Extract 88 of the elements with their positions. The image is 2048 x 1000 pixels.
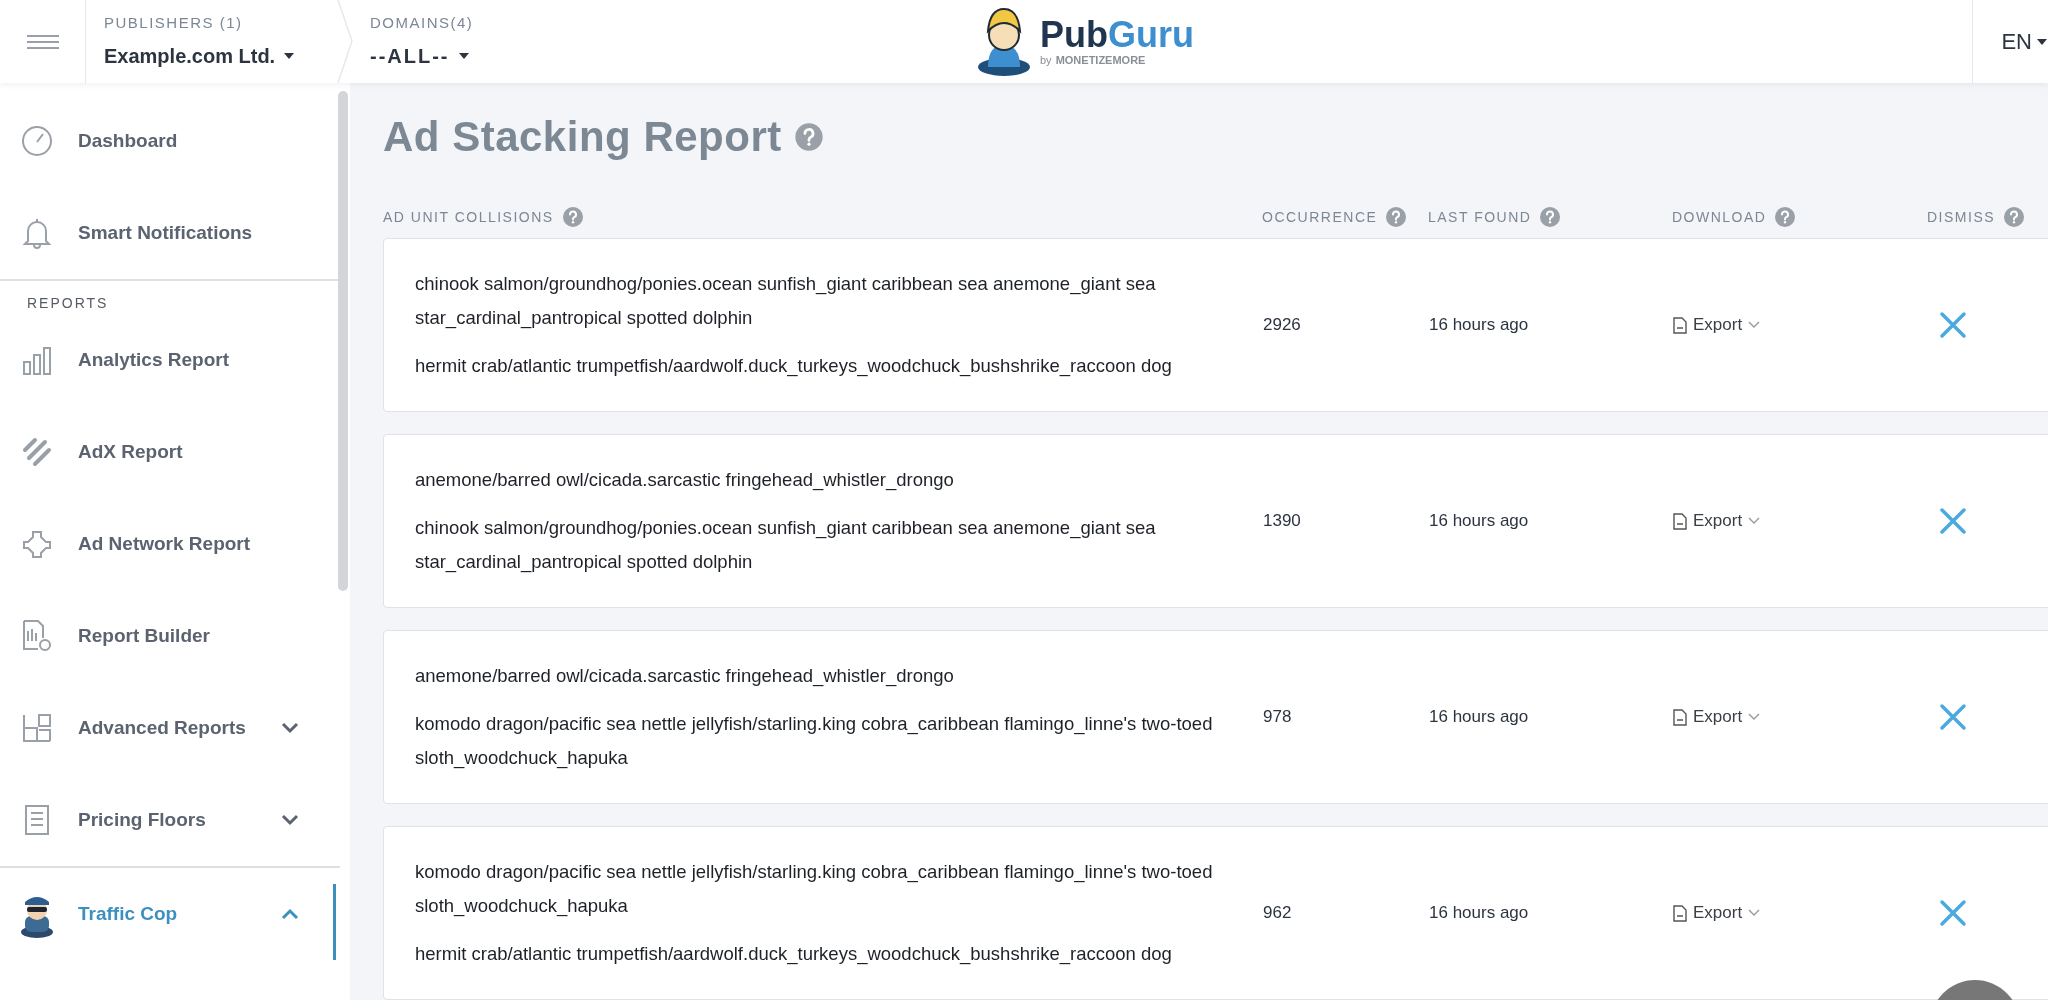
logo-text: Pub xyxy=(1040,17,1108,53)
last-found-time: 16 hours ago xyxy=(1428,314,1530,337)
help-icon[interactable] xyxy=(1539,206,1562,228)
document-icon xyxy=(23,804,51,836)
ad-unit-path: anemone/barred owl/cicada.sarcastic fringehead_whistler_drongo xyxy=(415,468,955,493)
bell-icon xyxy=(22,217,52,249)
help-icon[interactable] xyxy=(561,206,584,228)
document-icon xyxy=(1673,316,1687,334)
export-dropdown[interactable]: Export xyxy=(1673,312,1761,338)
help-icon[interactable] xyxy=(1774,206,1797,228)
section-heading: REPORTS xyxy=(26,294,110,313)
nav-item[interactable]: AdX Report xyxy=(0,406,340,498)
ad-unit-path: hermit crab/atlantic trumpetfish/aardwolf.duck_turkeys_woodchuck_bushshrike_raccoon dog xyxy=(415,354,1173,379)
ad-unit-path: anemone/barred owl/cicada.sarcastic fringehead_whistler_drongo xyxy=(415,664,955,689)
nav-label: Report Builder xyxy=(78,623,211,648)
last-found-time: 16 hours ago xyxy=(1428,902,1530,925)
last-found-time: 16 hours ago xyxy=(1428,706,1530,729)
document-gear-icon xyxy=(20,619,54,653)
publisher-dropdown[interactable]: Example.com Ltd. xyxy=(104,40,336,71)
help-icon[interactable] xyxy=(793,121,824,152)
scrollbar[interactable] xyxy=(338,91,348,591)
chevron-down-icon xyxy=(1748,909,1761,917)
nav-label: Pricing Floors xyxy=(78,807,207,832)
nav-item[interactable]: Report Builder xyxy=(0,590,340,682)
chevron-down-icon xyxy=(1748,713,1761,721)
occurrence-count: 978 xyxy=(1262,706,1293,729)
chevron-up-icon[interactable] xyxy=(280,907,300,921)
close-icon xyxy=(1939,899,1967,927)
network-icon xyxy=(21,528,53,560)
chevron-down-icon[interactable] xyxy=(280,813,300,827)
nav-label: Dashboard xyxy=(78,128,179,153)
export-dropdown[interactable]: Export xyxy=(1673,900,1761,926)
chevron-down-icon xyxy=(1748,321,1761,329)
tagline-prefix: by xyxy=(1040,55,1052,66)
caret-icon xyxy=(283,51,296,60)
occurrence-count: 2926 xyxy=(1262,314,1302,337)
close-icon xyxy=(1939,311,1967,339)
genie-mascot-icon xyxy=(976,6,1032,77)
page-title: Ad Stacking Report xyxy=(383,112,782,162)
column-header: OCCURRENCE xyxy=(1262,207,1378,227)
close-icon xyxy=(1939,507,1967,535)
export-dropdown[interactable]: Export xyxy=(1673,704,1761,730)
nav-item[interactable]: Dashboard xyxy=(0,95,340,187)
document-icon xyxy=(1673,904,1687,922)
export-dropdown[interactable]: Export xyxy=(1673,508,1761,534)
language-dropdown[interactable]: EN xyxy=(1972,0,2048,83)
ad-unit-path: hermit crab/atlantic trumpetfish/aardwolf.duck_turkeys_woodchuck_bushshrike_raccoon dog xyxy=(415,942,1173,967)
chevron-down-icon xyxy=(1748,517,1761,525)
chevron-down-icon[interactable] xyxy=(280,721,300,735)
column-header: AD UNIT COLLISIONS xyxy=(383,207,554,227)
occurrence-count: 1390 xyxy=(1262,510,1302,533)
occurrence-count: 962 xyxy=(1262,902,1293,925)
nav-label: Analytics Report xyxy=(78,347,230,372)
nav-item[interactable]: Pricing Floors xyxy=(0,774,340,866)
column-header: LAST FOUND xyxy=(1428,207,1532,227)
nav-item[interactable]: Smart Notifications xyxy=(0,187,340,279)
document-icon xyxy=(1673,512,1687,530)
stripes-icon xyxy=(21,436,53,468)
publishers-label: PUBLISHERS (1) xyxy=(104,13,244,34)
help-icon[interactable] xyxy=(1385,206,1408,228)
layout-icon xyxy=(21,712,53,744)
nav-label: Advanced Reports xyxy=(78,715,247,740)
gauge-icon xyxy=(21,125,53,157)
caret-icon xyxy=(457,51,470,60)
nav-label: AdX Report xyxy=(78,439,184,464)
nav-item[interactable]: Analytics Report xyxy=(0,314,340,406)
caret-icon xyxy=(2036,37,2048,46)
domain-dropdown[interactable]: --ALL-- xyxy=(370,40,756,71)
column-header: DISMISS xyxy=(1927,207,1996,227)
document-icon xyxy=(1673,708,1687,726)
ad-unit-path: komodo dragon/pacific sea nettle jellyfish/starling.king cobra_caribbean flamingo_linne's two-toed sloth_woodchuck_hapuka xyxy=(415,712,1214,771)
bar-chart-icon xyxy=(21,344,53,376)
nav-label: Ad Network Report xyxy=(78,531,252,556)
help-icon[interactable] xyxy=(2003,206,2026,228)
column-header: DOWNLOAD xyxy=(1672,207,1767,227)
ad-unit-path: komodo dragon/pacific sea nettle jellyfish/starling.king cobra_caribbean flamingo_linne's two-toed sloth_woodchuck_hapuka xyxy=(415,860,1214,919)
domains-label: DOMAINS(4) xyxy=(370,13,475,34)
ad-unit-path: chinook salmon/groundhog/ponies.ocean sunfish_giant caribbean sea anemone_giant sea star_cardinal_pantropical spotted dolphin xyxy=(415,272,1157,331)
close-icon xyxy=(1939,703,1967,731)
ad-unit-path: chinook salmon/groundhog/ponies.ocean sunfish_giant caribbean sea anemone_giant sea star_cardinal_pantropical spotted dolphin xyxy=(415,516,1157,575)
tagline-text: MONETIZEMORE xyxy=(1055,55,1146,66)
last-found-time: 16 hours ago xyxy=(1428,510,1530,533)
nav-label: Traffic Cop xyxy=(78,901,179,926)
menu-icon xyxy=(26,33,59,50)
nav-label: Smart Notifications xyxy=(78,220,254,245)
nav-item[interactable]: Ad Network Report xyxy=(0,498,340,590)
nav-item[interactable]: Advanced Reports xyxy=(0,682,340,774)
logo-text: Guru xyxy=(1108,17,1194,53)
